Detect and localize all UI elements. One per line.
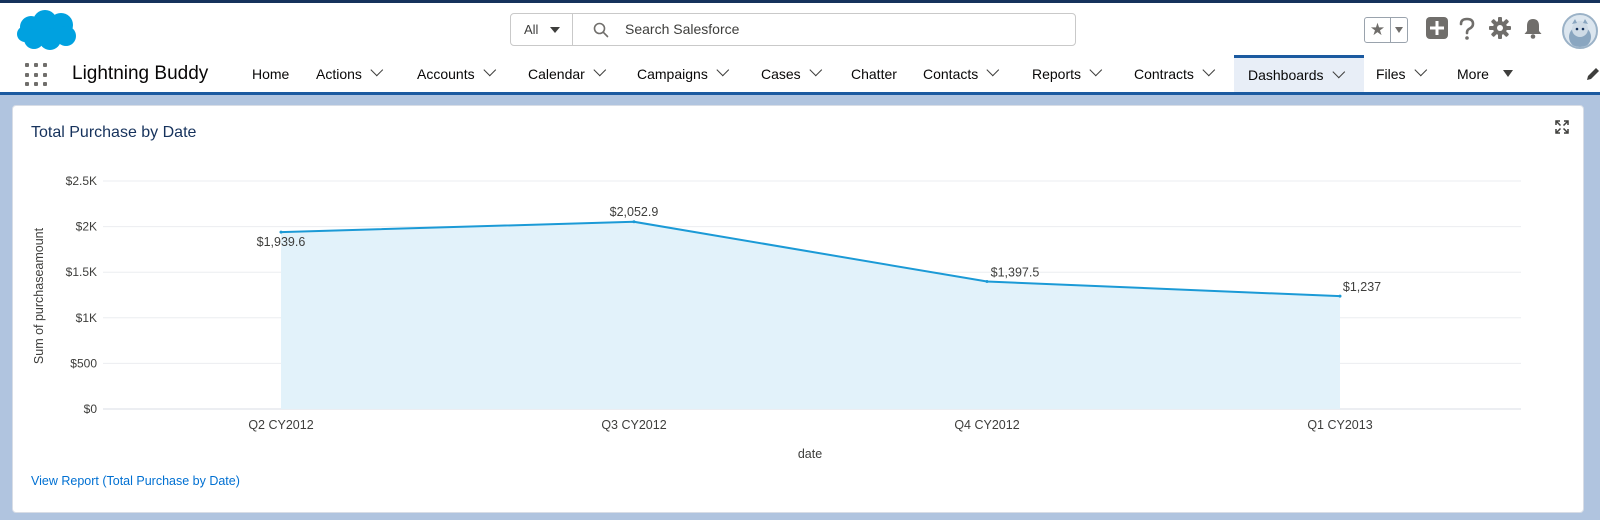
favorites-star-icon[interactable]: ★	[1365, 18, 1391, 42]
chevron-down-icon[interactable]	[716, 63, 729, 77]
help-icon[interactable]	[1458, 17, 1476, 41]
nav-item-label: Campaigns	[637, 65, 708, 82]
nav-item-campaigns[interactable]: Campaigns	[637, 55, 729, 92]
astro-avatar-icon	[1569, 19, 1591, 47]
nav-item-label: Chatter	[851, 65, 897, 82]
chevron-down-icon[interactable]	[809, 63, 822, 77]
y-tick-label: $1K	[76, 311, 97, 325]
caret-down-icon[interactable]	[1502, 70, 1513, 77]
nav-item-calendar[interactable]: Calendar	[528, 55, 606, 92]
chevron-down-icon[interactable]	[370, 63, 384, 77]
data-point	[632, 220, 636, 224]
gear-icon[interactable]	[1489, 17, 1511, 39]
global-search: All	[510, 13, 1076, 46]
nav-item-home[interactable]: Home	[252, 55, 289, 92]
favorites-button[interactable]: ★	[1364, 17, 1408, 43]
view-report-link[interactable]: View Report (Total Purchase by Date)	[31, 474, 240, 488]
global-header: All ★	[0, 3, 1600, 55]
x-axis-title: date	[798, 447, 822, 461]
search-input[interactable]	[625, 19, 1065, 39]
nav-item-label: Cases	[761, 65, 801, 82]
data-label: $2,052.9	[610, 205, 659, 219]
nav-item-more[interactable]: More	[1457, 55, 1513, 92]
nav-item-chatter[interactable]: Chatter	[851, 55, 897, 92]
caret-down-icon	[550, 26, 561, 33]
chevron-down-icon[interactable]	[1331, 65, 1345, 78]
nav-item-label: Contacts	[923, 65, 979, 82]
app-navigation-bar: Lightning Buddy Home Actions Accounts Ca…	[0, 55, 1600, 95]
nav-item-files[interactable]: Files	[1376, 55, 1427, 92]
avatar[interactable]	[1562, 13, 1598, 49]
y-tick-label: $2K	[76, 220, 97, 234]
chevron-down-icon[interactable]	[986, 63, 1000, 77]
data-label: $1,237	[1343, 280, 1381, 294]
pencil-icon[interactable]	[1586, 67, 1600, 81]
nav-item-label: Contracts	[1134, 65, 1194, 82]
chevron-down-icon[interactable]	[1089, 63, 1103, 77]
data-label: $1,939.6	[257, 235, 306, 249]
y-axis-title: Sum of purchaseamount	[32, 227, 46, 364]
nav-item-label: More	[1457, 65, 1489, 82]
nav-item-reports[interactable]: Reports	[1032, 55, 1103, 92]
nav-item-label: Calendar	[528, 65, 585, 82]
dashboard-component-card: Total Purchase by Date $0 $500 $1K $1.5K $2K…	[12, 105, 1584, 513]
nav-item-label: Home	[252, 65, 290, 82]
nav-item-cases[interactable]: Cases	[761, 55, 822, 92]
nav-item-accounts[interactable]: Accounts	[417, 55, 496, 92]
y-tick-label: $1.5K	[66, 265, 97, 279]
series-area	[281, 221, 1340, 409]
nav-item-label: Reports	[1032, 65, 1082, 82]
salesforce-logo[interactable]	[16, 9, 78, 53]
x-tick-label: Q4 CY2012	[954, 418, 1019, 432]
nav-item-label: Accounts	[417, 65, 475, 82]
search-scope-dropdown[interactable]: All	[511, 14, 573, 45]
data-label: $1,397.5	[991, 266, 1040, 280]
chevron-down-icon[interactable]	[1413, 63, 1427, 77]
nav-item-label: Actions	[316, 65, 362, 82]
y-tick-label: $500	[70, 356, 97, 370]
add-icon[interactable]	[1426, 17, 1448, 39]
chevron-down-icon[interactable]	[1202, 63, 1216, 77]
search-scope-label: All	[524, 22, 539, 37]
app-launcher-icon[interactable]	[25, 63, 49, 87]
y-tick-label: $0	[84, 402, 98, 416]
x-tick-label: Q3 CY2012	[601, 418, 666, 432]
line-chart: $0 $500 $1K $1.5K $2K $2.5K $1,939.6 $2,052.9 $1…	[32, 174, 1521, 461]
x-tick-label: Q1 CY2013	[1307, 418, 1372, 432]
app-name: Lightning Buddy	[72, 63, 209, 84]
nav-item-label: Dashboards	[1248, 67, 1324, 83]
nav-item-contracts[interactable]: Contracts	[1134, 55, 1216, 92]
chevron-down-icon[interactable]	[593, 63, 606, 77]
x-tick-label: Q2 CY2012	[248, 418, 313, 432]
data-point	[985, 280, 989, 284]
nav-item-dashboards[interactable]: Dashboards	[1234, 55, 1364, 92]
data-point	[1338, 294, 1342, 298]
nav-item-contacts[interactable]: Contacts	[923, 55, 1000, 92]
nav-item-actions[interactable]: Actions	[316, 55, 384, 92]
bell-icon[interactable]	[1523, 17, 1543, 39]
search-icon	[593, 22, 609, 38]
data-point	[279, 230, 283, 234]
y-tick-label: $2.5K	[66, 174, 97, 188]
favorites-dropdown-icon[interactable]	[1391, 18, 1407, 42]
nav-item-label: Files	[1376, 65, 1406, 82]
chevron-down-icon[interactable]	[483, 63, 496, 77]
